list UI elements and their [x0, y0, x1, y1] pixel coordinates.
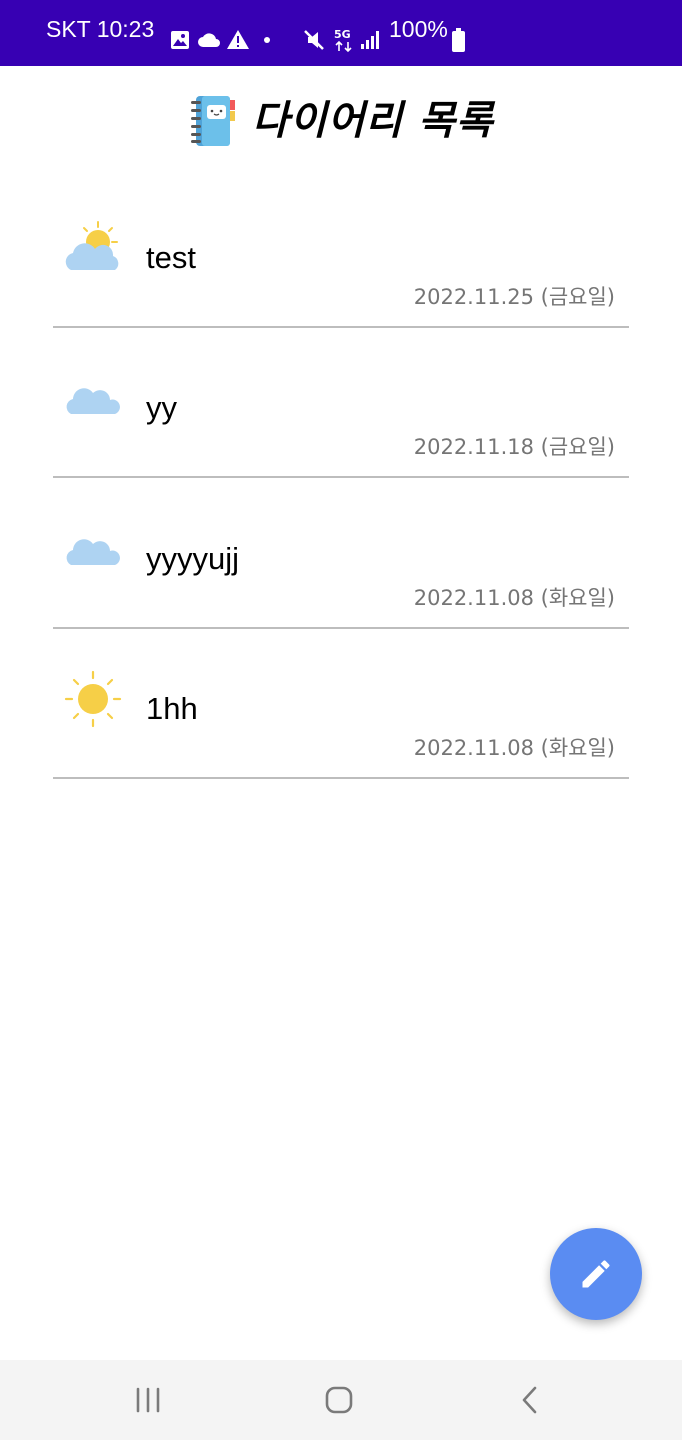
diary-title: test — [146, 240, 196, 275]
diary-date: 2022.11.08 (화요일) — [413, 586, 615, 610]
diary-title: yy — [146, 390, 177, 425]
list-item[interactable]: 1hh 2022.11.08 (화요일) — [53, 629, 629, 779]
cloud-icon — [66, 539, 120, 565]
5g-icon: 5G — [334, 28, 352, 53]
battery-percent: 100% — [389, 16, 448, 42]
signal-icon — [361, 31, 379, 49]
list-item[interactable]: yyyyujj 2022.11.08 (화요일) — [53, 479, 629, 629]
battery-icon — [452, 28, 465, 52]
back-icon[interactable] — [510, 1380, 550, 1420]
home-icon[interactable] — [319, 1380, 359, 1420]
page-title: 다이어리 목록 — [252, 98, 494, 144]
diary-title: yyyyujj — [146, 541, 240, 576]
cloud-icon — [198, 33, 220, 47]
dot-icon — [264, 37, 270, 43]
app-header: 다이어리 목록 — [0, 66, 682, 178]
list-item[interactable]: test 2022.11.25 (금요일) — [53, 178, 629, 328]
svg-text:5G: 5G — [334, 28, 351, 41]
cloud-icon — [66, 388, 120, 414]
status-bar: SKT 10:23 5G 100% — [0, 0, 682, 66]
recent-apps-icon[interactable] — [128, 1380, 168, 1420]
partly-cloudy-icon — [65, 221, 119, 270]
diary-date: 2022.11.25 (금요일) — [413, 285, 615, 309]
diary-list-screen: SKT 10:23 5G 100% 다이어리 목록 test 2022.11.2… — [0, 0, 682, 1440]
mute-icon — [304, 30, 324, 50]
notebook-icon — [191, 96, 235, 146]
diary-title: 1hh — [146, 691, 198, 726]
carrier-time: SKT 10:23 — [46, 16, 155, 42]
list-item[interactable]: yy 2022.11.18 (금요일) — [53, 328, 629, 478]
image-icon — [171, 31, 189, 49]
navigation-bar — [0, 1360, 682, 1440]
warning-icon — [227, 30, 249, 49]
diary-date: 2022.11.18 (금요일) — [413, 435, 615, 459]
write-diary-button[interactable] — [550, 1228, 642, 1320]
diary-date: 2022.11.08 (화요일) — [413, 736, 615, 760]
sun-icon — [64, 670, 122, 728]
edit-pencil-icon — [582, 1260, 610, 1288]
